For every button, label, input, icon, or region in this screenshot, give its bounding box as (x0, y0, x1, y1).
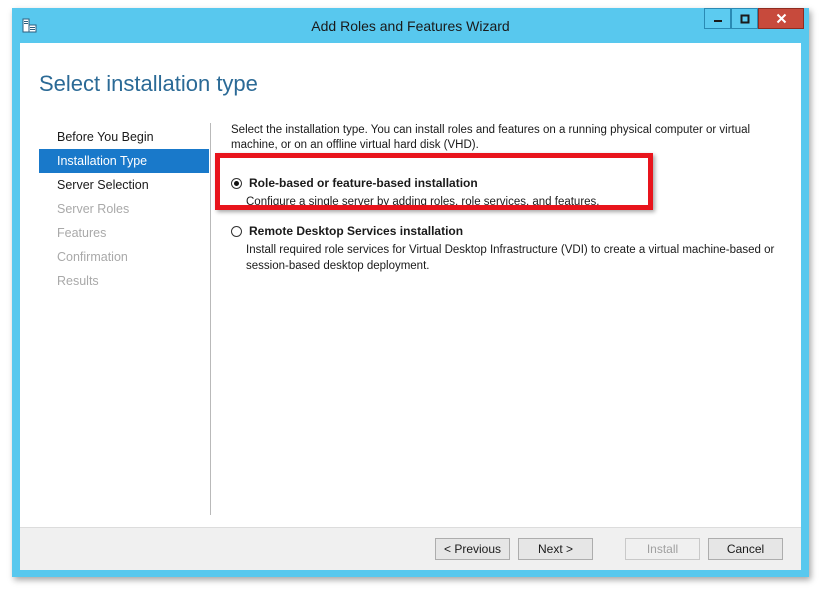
wizard-client-area: Select installation type Before You Begi… (20, 43, 801, 570)
remote-desktop-radio[interactable] (231, 225, 242, 237)
option-title[interactable]: Role-based or feature-based installation (249, 176, 478, 190)
wizard-nav: Before You Begin Installation Type Serve… (39, 125, 209, 293)
close-button[interactable] (758, 8, 804, 29)
nav-item-results: Results (57, 274, 99, 288)
nav-item-features: Features (57, 226, 107, 240)
cancel-button[interactable]: Cancel (708, 538, 783, 560)
maximize-icon (740, 14, 749, 23)
nav-divider (210, 123, 211, 515)
nav-item-confirmation: Confirmation (57, 250, 128, 264)
minimize-button[interactable] (704, 8, 731, 29)
nav-item-server-roles: Server Roles (57, 202, 130, 216)
option-description: Install required role services for Virtu… (246, 244, 775, 272)
option-title[interactable]: Remote Desktop Services installation (249, 224, 463, 238)
option-role-based[interactable]: Role-based or feature-based installation… (231, 175, 791, 210)
previous-button[interactable]: < Previous (435, 538, 510, 560)
nav-item-installation-type[interactable]: Installation Type (39, 149, 209, 173)
window-title: Add Roles and Features Wizard (311, 18, 510, 34)
wizard-window: Add Roles and Features Wizard Select ins… (12, 8, 809, 577)
intro-text: Select the installation type. You can in… (231, 124, 751, 151)
option-remote-desktop[interactable]: Remote Desktop Services installation Ins… (231, 223, 791, 274)
close-icon (776, 13, 786, 24)
option-description: Configure a single server by adding role… (246, 196, 600, 208)
maximize-button[interactable] (731, 8, 758, 29)
button-bar: < Previous Next > Install Cancel (20, 527, 801, 570)
nav-item-before-you-begin[interactable]: Before You Begin (39, 125, 209, 149)
title-bar[interactable]: Add Roles and Features Wizard (12, 8, 809, 43)
page-title: Select installation type (39, 71, 258, 96)
minimize-icon (713, 19, 722, 22)
role-based-radio[interactable] (231, 177, 242, 189)
next-button[interactable]: Next > (518, 538, 593, 560)
install-button: Install (625, 538, 700, 560)
nav-item-server-selection[interactable]: Server Selection (39, 173, 209, 197)
